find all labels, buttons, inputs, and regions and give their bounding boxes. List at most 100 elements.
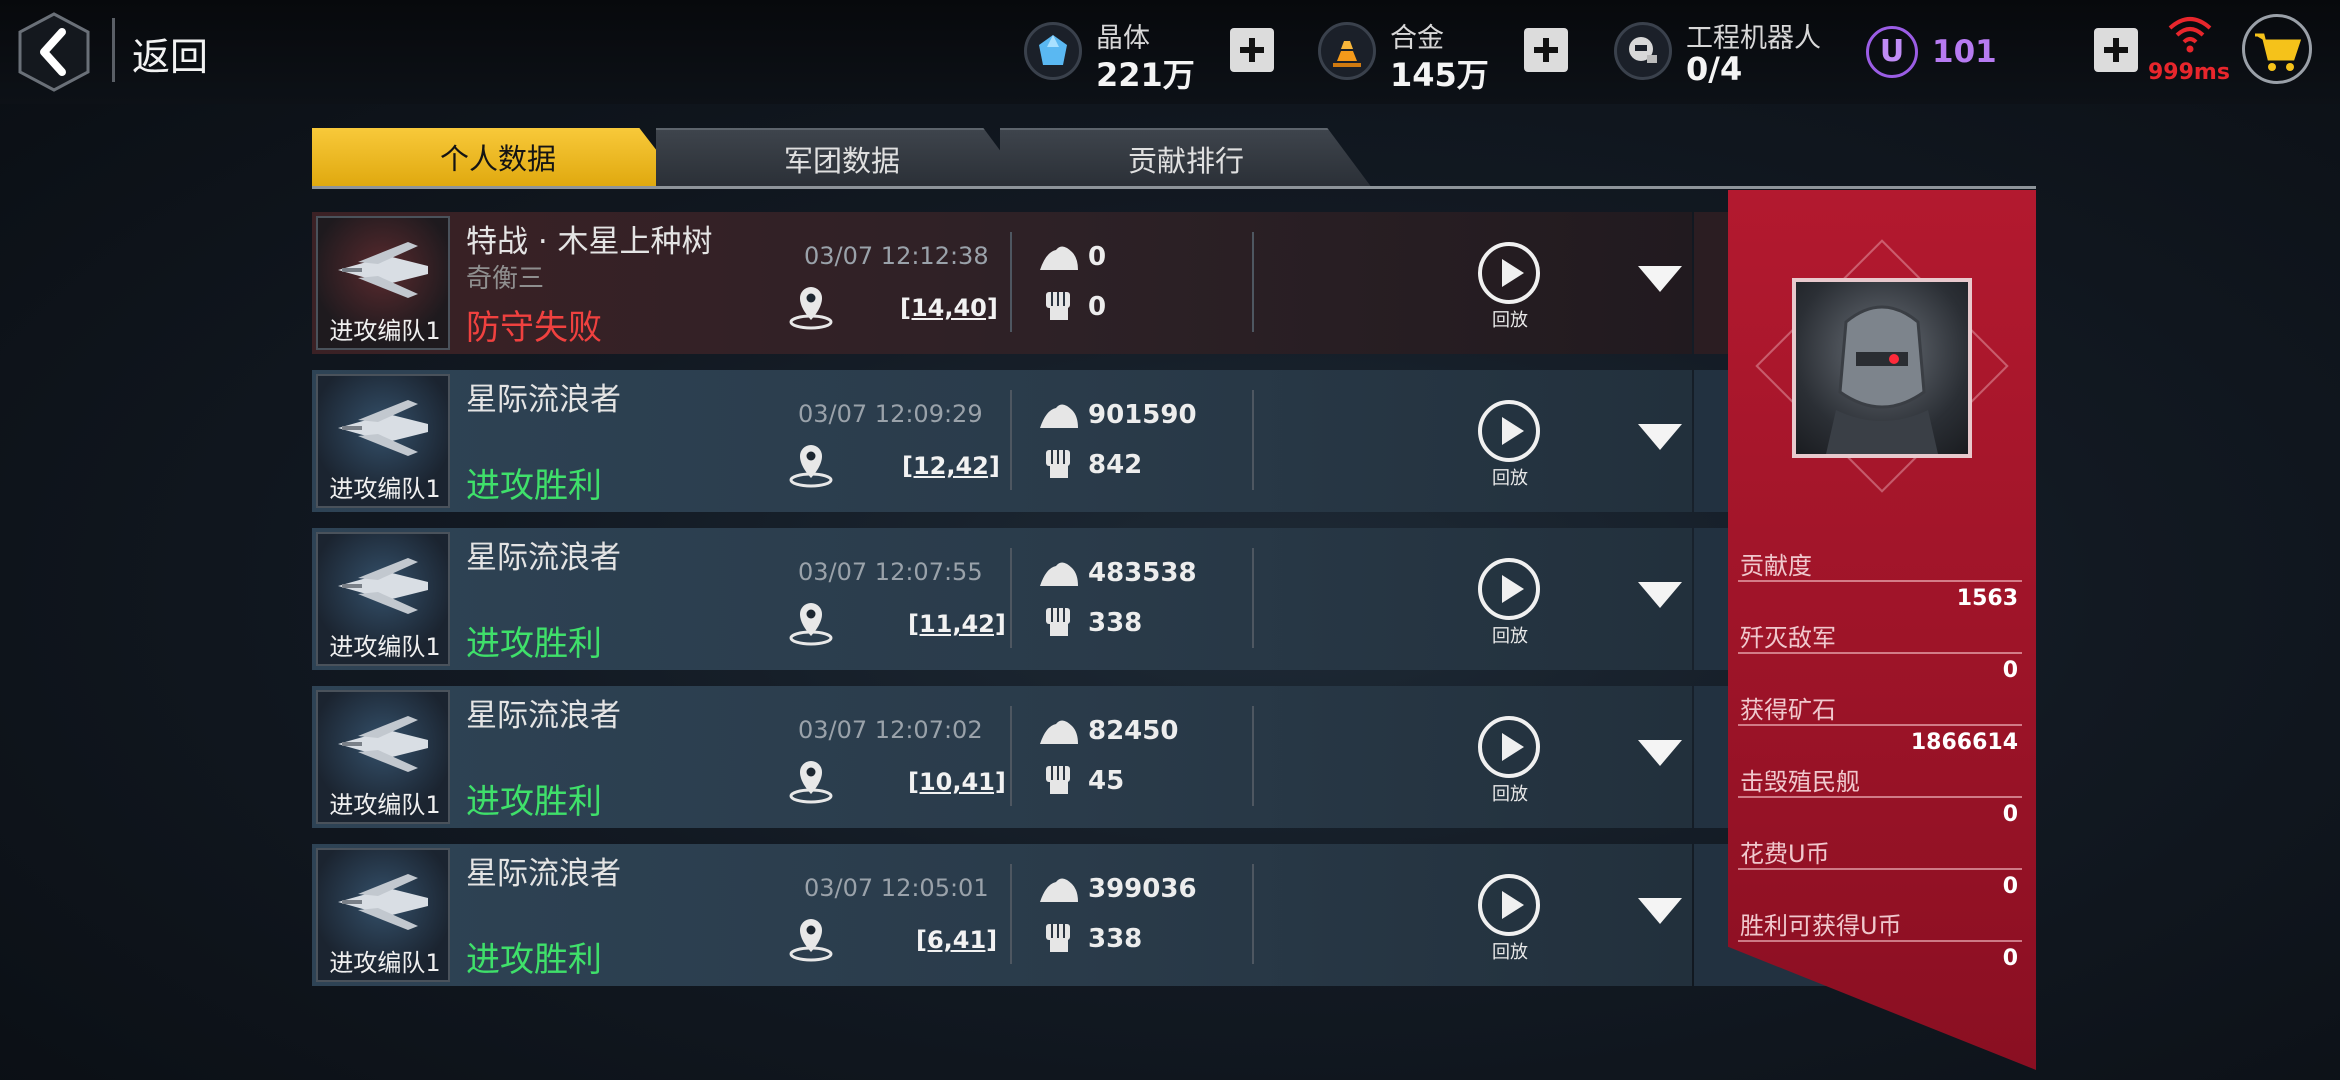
summary-divider: [1738, 724, 2022, 726]
replay-button[interactable]: [1478, 242, 1540, 304]
ore-value: 82450: [1088, 716, 1179, 746]
fleet-thumbnail[interactable]: 进攻编队1: [316, 690, 450, 824]
battle-time: 03/07 12:12:38: [804, 242, 989, 270]
battle-row[interactable]: 进攻编队1 星际流浪者 进攻胜利 03/07 12:07:55 [11,42] …: [312, 528, 2006, 670]
battle-result: 进攻胜利: [466, 466, 602, 506]
ore-icon: [1040, 720, 1078, 744]
summary-stat-label: 击毁殖民舰: [1740, 768, 1860, 796]
spaceship-icon: [338, 558, 428, 614]
fleet-label: 进攻编队1: [329, 791, 441, 819]
fist-icon: [1046, 292, 1070, 320]
battle-row[interactable]: 进攻编队1 星际流浪者 进攻胜利 03/07 12:05:01 [6,41] 3…: [312, 844, 2006, 986]
fleet-label: 进攻编队1: [329, 475, 441, 503]
summary-stat-label: 获得矿石: [1740, 696, 1836, 724]
shop-button[interactable]: [2242, 14, 2312, 84]
u-coin-value: 101: [1932, 34, 1997, 70]
back-arrow-icon: [18, 12, 90, 92]
kills-value: 338: [1088, 608, 1143, 638]
summary-panel: 贡献度 1563 歼灭敌军 0 获得矿石 1866614 击毁殖民舰 0 花费U…: [1728, 190, 2036, 1070]
opponent-name: 星际流浪者: [466, 382, 621, 418]
tab-underline: [312, 186, 2036, 189]
robot-icon: [1614, 22, 1672, 80]
replay-button[interactable]: [1478, 400, 1540, 462]
battle-result: 进攻胜利: [466, 624, 602, 664]
kills-value: 0: [1088, 292, 1107, 322]
summary-stat-label: 胜利可获得U币: [1740, 912, 1902, 940]
crystal-resource: 晶体 221万: [1024, 14, 1195, 94]
summary-stat-value: 1563: [1956, 586, 2018, 611]
tab-contribution-ranking[interactable]: 贡献排行: [1000, 128, 1372, 188]
avatar[interactable]: [1792, 278, 1972, 458]
fist-icon: [1046, 766, 1070, 794]
expand-chevron-icon[interactable]: [1638, 898, 1682, 924]
location-pin-icon: [789, 445, 833, 488]
tab-legion-data[interactable]: 军团数据: [656, 128, 1028, 188]
battle-row[interactable]: 进攻编队1 特战 · 木星上种树 奇衡三 防守失败 03/07 12:12:38…: [312, 212, 2006, 354]
ore-icon: [1040, 562, 1078, 586]
column-divider: [1252, 232, 1254, 332]
ore-value: 0: [1088, 242, 1107, 272]
ore-icon: [1040, 246, 1078, 270]
back-button[interactable]: [16, 12, 92, 92]
summary-stat-label: 贡献度: [1740, 552, 1812, 580]
location-pin-icon: [789, 603, 833, 646]
expand-chevron-icon[interactable]: [1638, 266, 1682, 292]
robot-resource: 工程机器人 0/4: [1614, 14, 1854, 90]
fleet-thumbnail[interactable]: 进攻编队1: [316, 532, 450, 666]
coordinate-link[interactable]: [11,42]: [908, 610, 1006, 638]
replay-button[interactable]: [1478, 716, 1540, 778]
battle-row[interactable]: 进攻编队1 星际流浪者 进攻胜利 03/07 12:09:29 [12,42] …: [312, 370, 2006, 512]
tab-personal-data[interactable]: 个人数据: [312, 128, 684, 186]
summary-divider: [1738, 796, 2022, 798]
replay-label: 回放: [1492, 942, 1528, 963]
divider: [112, 18, 115, 82]
fist-icon: [1046, 608, 1070, 636]
back-label[interactable]: 返回: [132, 26, 208, 81]
add-u-coin-button[interactable]: [2094, 28, 2138, 72]
column-divider: [1010, 706, 1012, 806]
coordinate-link[interactable]: [10,41]: [908, 768, 1006, 796]
alloy-value: 145万: [1390, 56, 1489, 94]
add-crystal-button[interactable]: [1230, 28, 1274, 72]
summary-divider: [1738, 652, 2022, 654]
column-divider: [1252, 706, 1254, 806]
battle-row[interactable]: 进攻编队1 星际流浪者 进攻胜利 03/07 12:07:02 [10,41] …: [312, 686, 2006, 828]
ore-icon: [1040, 878, 1078, 902]
coordinate-link[interactable]: [6,41]: [916, 926, 997, 954]
expand-chevron-icon[interactable]: [1638, 582, 1682, 608]
expand-chevron-icon[interactable]: [1638, 424, 1682, 450]
replay-button[interactable]: [1478, 558, 1540, 620]
fleet-label: 进攻编队1: [329, 633, 441, 661]
u-coin-icon: U: [1866, 26, 1918, 78]
summary-stat-label: 花费U币: [1740, 840, 1830, 868]
crystal-icon: [1024, 22, 1082, 80]
summary-stat-value: 1866614: [1910, 730, 2018, 755]
location-pin-icon: [789, 919, 833, 962]
tab-bar: 个人数据 军团数据 贡献排行: [312, 128, 2036, 190]
coordinate-link[interactable]: [12,42]: [902, 452, 1000, 480]
battle-result: 进攻胜利: [466, 782, 602, 822]
battle-time: 03/07 12:07:02: [798, 716, 983, 744]
battle-result: 进攻胜利: [466, 940, 602, 980]
summary-stat-value: 0: [2002, 658, 2018, 683]
battle-time: 03/07 12:07:55: [798, 558, 983, 586]
opponent-name: 星际流浪者: [466, 540, 621, 576]
cart-icon: [2255, 33, 2302, 71]
fleet-thumbnail[interactable]: 进攻编队1: [316, 374, 450, 508]
add-alloy-button[interactable]: [1524, 28, 1568, 72]
fleet-thumbnail[interactable]: 进攻编队1: [316, 216, 450, 350]
summary-stat-value: 0: [2002, 802, 2018, 827]
fleet-label: 进攻编队1: [329, 949, 441, 977]
fist-icon: [1046, 924, 1070, 952]
spaceship-icon: [338, 716, 428, 772]
expand-chevron-icon[interactable]: [1638, 740, 1682, 766]
spaceship-icon: [338, 242, 428, 298]
column-divider: [1252, 864, 1254, 964]
coordinate-link[interactable]: [14,40]: [900, 294, 998, 322]
wifi-icon: [2168, 17, 2212, 53]
fleet-thumbnail[interactable]: 进攻编队1: [316, 848, 450, 982]
replay-label: 回放: [1492, 626, 1528, 647]
column-divider: [1252, 548, 1254, 648]
fleet-label: 进攻编队1: [329, 317, 441, 345]
replay-button[interactable]: [1478, 874, 1540, 936]
